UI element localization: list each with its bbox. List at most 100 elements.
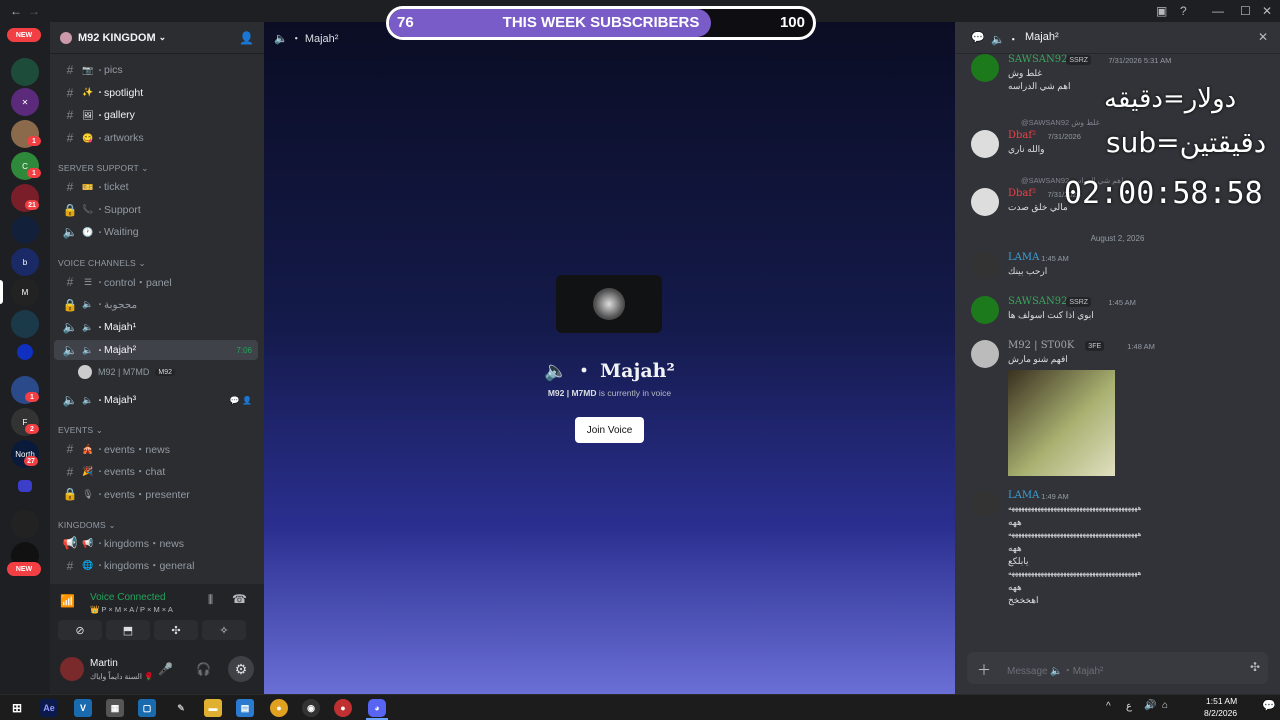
maximize-icon[interactable]: ☐ bbox=[1240, 4, 1251, 18]
message-input[interactable]: ＋ Message 🔈・Majah² ✣ bbox=[967, 652, 1268, 684]
clock-date[interactable]: 8/2/2026 bbox=[1204, 708, 1237, 718]
server-icon[interactable] bbox=[11, 216, 39, 244]
store-icon[interactable]: ▤ bbox=[236, 699, 254, 717]
server-header[interactable]: M92 KINGDOM ⌄ 👤 bbox=[50, 22, 264, 54]
voice-location[interactable]: 👑 P × M × A / P × M × A bbox=[90, 605, 173, 614]
inbox-icon[interactable]: ▣ bbox=[1156, 4, 1167, 18]
server-icon[interactable] bbox=[17, 344, 33, 360]
help-icon[interactable]: ? bbox=[1180, 4, 1187, 18]
obs-icon[interactable]: ◉ bbox=[302, 699, 320, 717]
category-header[interactable]: SERVER SUPPORT ⌄ bbox=[58, 163, 149, 174]
noise-suppression-icon[interactable]: ⫼ bbox=[208, 594, 213, 607]
app-icon[interactable]: ✎ bbox=[172, 699, 190, 717]
voice-status[interactable]: Voice Connected bbox=[90, 592, 166, 603]
voice-member[interactable]: M92 | M7MD M92 bbox=[72, 362, 258, 382]
avatar[interactable] bbox=[971, 296, 999, 324]
microphone-icon[interactable]: 🎤 bbox=[158, 662, 173, 676]
avatar[interactable] bbox=[971, 490, 999, 518]
channel-item[interactable]: 📢 📢 ・ kingdoms・news bbox=[54, 533, 258, 553]
screen-share-button[interactable]: ⬒ bbox=[106, 620, 150, 640]
channel-item[interactable]: 🔈 🔈 ・ Majah¹ bbox=[54, 317, 258, 337]
volume-icon[interactable]: 🔊 bbox=[1144, 700, 1156, 711]
message-author[interactable]: LAMA bbox=[1008, 490, 1039, 501]
channel-item[interactable]: 🔈 🕐 ・ Waiting bbox=[54, 222, 258, 242]
separator: ・ bbox=[96, 561, 104, 571]
message-author[interactable]: LAMA bbox=[1008, 252, 1039, 263]
reply-preview[interactable]: @SAWSAN92 غلط وش bbox=[1021, 118, 1100, 127]
forward-arrow-icon[interactable]: → bbox=[28, 4, 40, 18]
channel-item[interactable]: # 🎫 ・ ticket bbox=[54, 177, 258, 197]
chrome-icon[interactable]: ● bbox=[270, 699, 288, 717]
vegas-icon[interactable]: V bbox=[74, 699, 92, 717]
folder-icon[interactable] bbox=[18, 480, 32, 492]
guild-tag[interactable]: SSRZ bbox=[1066, 55, 1092, 65]
server-icon[interactable] bbox=[11, 510, 39, 538]
channel-item[interactable]: # 🖼 ・ gallery bbox=[54, 105, 258, 125]
minimize-icon[interactable]: — bbox=[1212, 4, 1224, 18]
channel-item[interactable]: # 🎪 ・ events・news bbox=[54, 439, 258, 459]
channel-item[interactable]: 🔈 🔈 ・ Majah² 7:06 bbox=[54, 340, 258, 361]
channel-item[interactable]: # 🎉 ・ events・chat bbox=[54, 462, 258, 482]
settings-gear-icon[interactable]: ⚙ bbox=[228, 656, 254, 682]
voice-title-text: Majah² bbox=[600, 360, 675, 382]
close-icon[interactable]: ✕ bbox=[1258, 30, 1268, 44]
windows-start-icon[interactable]: ⊞ bbox=[8, 699, 26, 717]
join-voice-button[interactable]: Join Voice bbox=[575, 417, 644, 443]
server-icon[interactable] bbox=[11, 310, 39, 338]
message-author[interactable]: Dbaf² bbox=[1008, 188, 1036, 199]
message-author[interactable]: M92 | ST00K bbox=[1008, 340, 1074, 351]
avatar[interactable] bbox=[971, 340, 999, 368]
guild-tag[interactable]: 3FE bbox=[1085, 341, 1105, 351]
notifications-icon[interactable]: 💬 bbox=[1262, 699, 1276, 712]
discord-icon[interactable]: ◕ bbox=[368, 699, 386, 717]
channel-item[interactable]: 🔒 🎙 ・ events・presenter bbox=[54, 484, 258, 504]
calculator-icon[interactable]: ▦ bbox=[106, 699, 124, 717]
category-header[interactable]: VOICE CHANNELS ⌄ bbox=[58, 258, 146, 269]
channel-item[interactable]: # 🌐 ・ kingdoms・general bbox=[54, 556, 258, 576]
new-pill[interactable]: NEW bbox=[7, 28, 41, 42]
channel-item[interactable]: 🔈 🔈 ・ Majah³ 💬 👤 bbox=[54, 390, 258, 410]
category-header[interactable]: KINGDOMS ⌄ bbox=[58, 520, 116, 531]
apps-icon[interactable]: ✣ bbox=[1250, 660, 1260, 674]
channel-item[interactable]: # 📷 ・ pics bbox=[54, 60, 258, 80]
add-member-icon[interactable]: 👤 bbox=[239, 31, 254, 45]
avatar[interactable] bbox=[971, 188, 999, 216]
file-explorer-icon[interactable]: ▬ bbox=[204, 699, 222, 717]
clock-time[interactable]: 1:51 AM bbox=[1206, 696, 1237, 706]
add-attachment-icon[interactable]: ＋ bbox=[977, 660, 991, 680]
close-window-icon[interactable]: ✕ bbox=[1262, 4, 1272, 18]
avatar[interactable] bbox=[971, 130, 999, 158]
server-icon[interactable]: ✕ bbox=[11, 88, 39, 116]
avatar[interactable] bbox=[971, 252, 999, 280]
server-icon[interactable] bbox=[11, 58, 39, 86]
channel-item[interactable]: 🔒 🔈 ・ محجوبة bbox=[54, 295, 258, 315]
guild-tag[interactable]: SSRZ bbox=[1066, 297, 1092, 307]
channel-item[interactable]: # 😋 ・ artworks bbox=[54, 128, 258, 148]
message-author[interactable]: SAWSAN92 bbox=[1008, 54, 1068, 65]
new-pill[interactable]: NEW bbox=[7, 562, 41, 576]
channel-item[interactable]: # ✨ ・ spotlight bbox=[54, 83, 258, 103]
channel-item[interactable]: # ☰ ・ control・panel bbox=[54, 272, 258, 292]
category-header[interactable]: EVENTS ⌄ bbox=[58, 425, 103, 436]
app-icon[interactable]: ▢ bbox=[138, 699, 156, 717]
network-icon[interactable]: ⌂ bbox=[1162, 700, 1168, 711]
server-icon-m92[interactable]: M bbox=[11, 278, 39, 306]
avatar[interactable] bbox=[60, 657, 84, 681]
message-author[interactable]: Dbaf² bbox=[1008, 130, 1036, 141]
language-indicator[interactable]: ع bbox=[1126, 701, 1132, 712]
channel-item[interactable]: 🔒 📞 ・ Support bbox=[54, 200, 258, 220]
server-icon[interactable]: b bbox=[11, 248, 39, 276]
soundboard-button[interactable]: ✧ bbox=[202, 620, 246, 640]
camera-button[interactable]: ⊘ bbox=[58, 620, 102, 640]
tray-chevron-icon[interactable]: ^ bbox=[1106, 701, 1111, 712]
disconnect-icon[interactable]: ☎ bbox=[232, 592, 247, 606]
activities-button[interactable]: ✣ bbox=[154, 620, 198, 640]
chrome-icon[interactable]: ● bbox=[334, 699, 352, 717]
message-author[interactable]: SAWSAN92 bbox=[1008, 296, 1068, 307]
chat-icon[interactable]: 💬 👤 bbox=[230, 396, 252, 405]
avatar[interactable] bbox=[971, 54, 999, 82]
back-arrow-icon[interactable]: ← bbox=[10, 4, 22, 18]
message-image[interactable] bbox=[1008, 370, 1115, 476]
headphones-icon[interactable]: 🎧 bbox=[196, 662, 211, 676]
after-effects-icon[interactable]: Ae bbox=[40, 699, 58, 717]
